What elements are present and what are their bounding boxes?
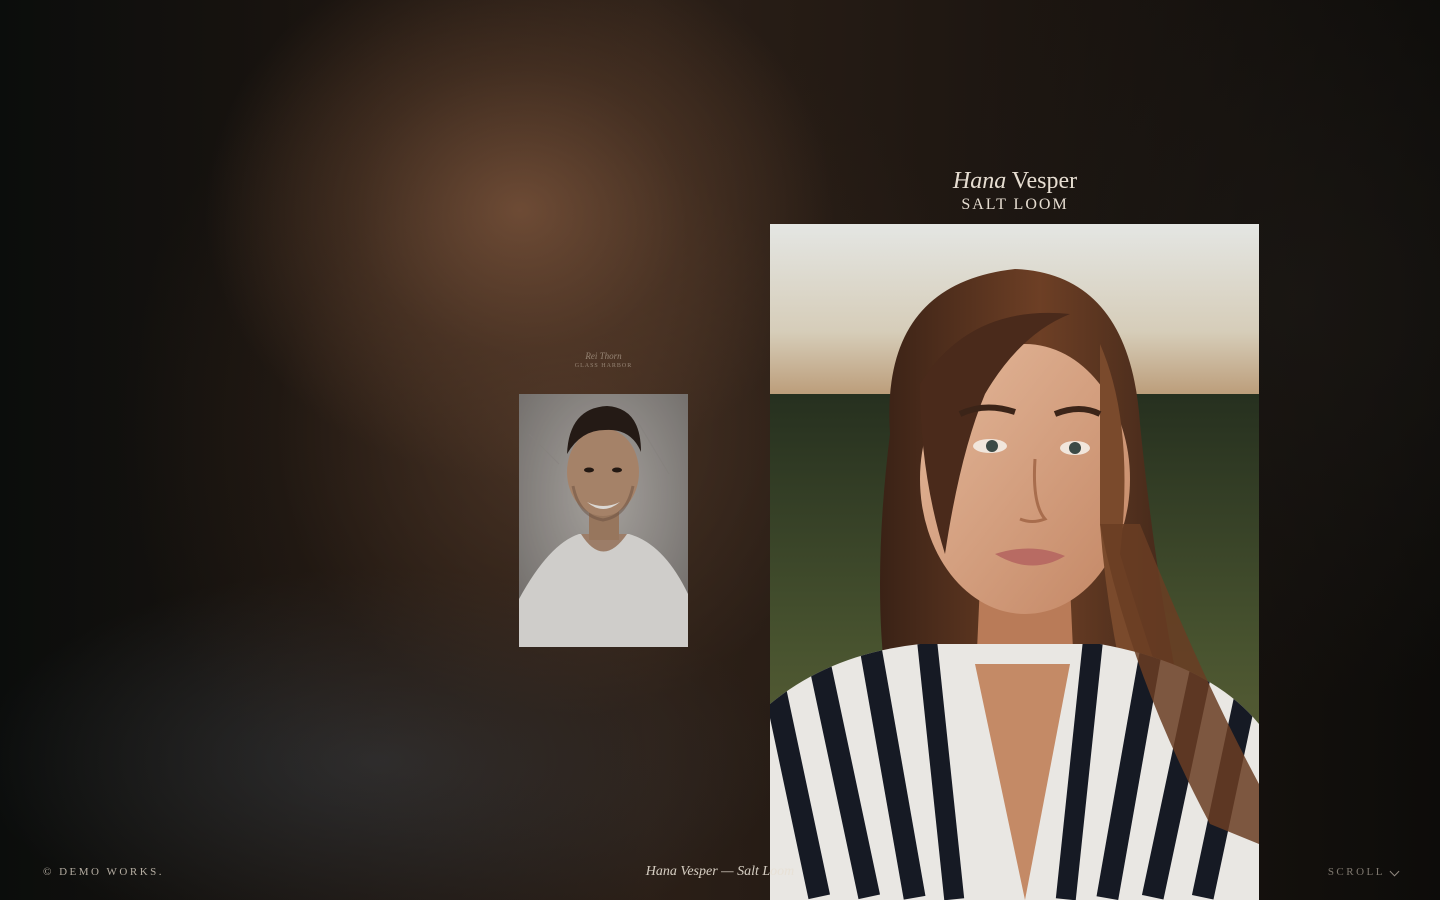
project-studio-name: GLASS HARBOR <box>574 363 633 369</box>
current-project-caption: Hana Vesper — Salt Loom <box>645 864 795 879</box>
portrait-man-image <box>519 394 688 647</box>
portrait-woman-image <box>770 224 1259 900</box>
project-image-large[interactable] <box>770 224 1259 900</box>
project-caption-large: Hana Vesper SALT LOOM <box>900 168 1130 214</box>
scroll-label: SCROLL <box>1327 866 1385 878</box>
scroll-indicator[interactable]: SCROLL <box>1327 866 1400 878</box>
project-studio-name-large: SALT LOOM <box>961 196 1069 213</box>
artist-first-name: Hana <box>952 168 1007 194</box>
gallery-stage: Rei Thorn GLASS HARBOR Hana Vesper SALT … <box>0 0 1440 900</box>
project-artist-name: Rei Thorn <box>585 351 622 361</box>
artist-last-name: Vesper <box>1011 168 1078 194</box>
copyright-label: © DEMO WORKS. <box>43 866 165 878</box>
project-artist-name-large: Hana Vesper <box>900 168 1130 194</box>
project-image-small[interactable] <box>519 394 688 647</box>
chevron-down-icon <box>1389 866 1400 876</box>
project-caption-small: Rei Thorn GLASS HARBOR <box>519 351 688 370</box>
